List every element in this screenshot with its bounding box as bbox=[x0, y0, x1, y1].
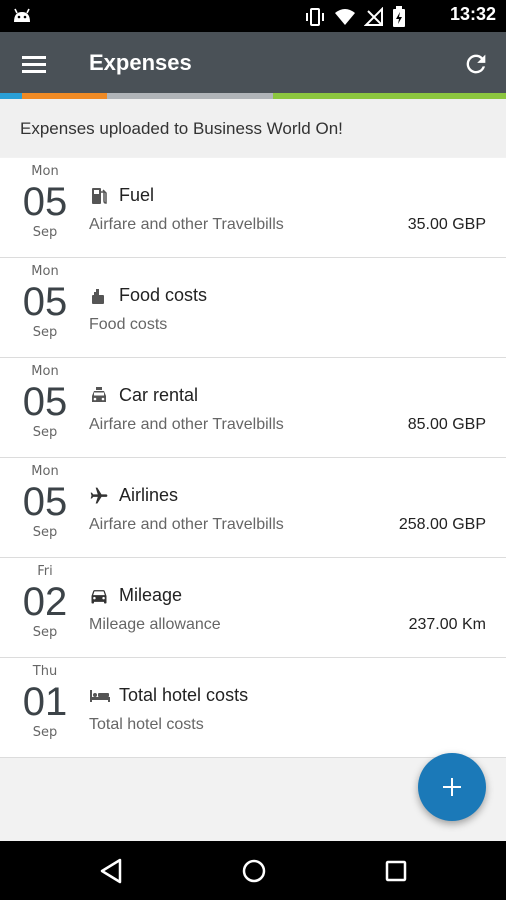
upload-banner: Expenses uploaded to Business World On! bbox=[0, 99, 506, 157]
month: Sep bbox=[32, 325, 58, 340]
expense-subtitle: Airfare and other Travelbills bbox=[89, 516, 284, 533]
expense-row[interactable]: Mon 05 Sep Food costs Food costs bbox=[0, 258, 506, 358]
day-number: 05 bbox=[22, 380, 68, 424]
recent-apps-icon[interactable] bbox=[383, 857, 409, 889]
day-number: 01 bbox=[22, 680, 68, 724]
expense-title: Total hotel costs bbox=[119, 685, 249, 705]
app-bar: Expenses bbox=[0, 32, 506, 96]
day-of-week: Thu bbox=[32, 664, 58, 679]
day-number: 05 bbox=[22, 280, 68, 324]
expense-row[interactable]: Mon 05 Sep Car rental Airfare and other … bbox=[0, 358, 506, 458]
expense-title: Airlines bbox=[119, 485, 179, 505]
day-number: 05 bbox=[22, 180, 68, 224]
month: Sep bbox=[32, 425, 58, 440]
day-number: 05 bbox=[22, 480, 68, 524]
car-icon bbox=[89, 586, 109, 606]
date-block: Thu 01 Sep bbox=[0, 664, 90, 740]
food-icon bbox=[89, 286, 109, 306]
add-expense-button[interactable] bbox=[418, 753, 486, 821]
airplane-icon bbox=[89, 486, 109, 506]
system-nav-bar bbox=[0, 841, 506, 900]
no-signal-icon bbox=[363, 6, 384, 31]
day-of-week: Mon bbox=[31, 164, 59, 179]
plus-icon bbox=[443, 778, 461, 796]
home-icon[interactable] bbox=[240, 857, 268, 889]
day-of-week: Mon bbox=[31, 464, 59, 479]
date-block: Fri 02 Sep bbox=[0, 564, 90, 640]
expense-list: Mon 05 Sep Fuel Airfare and other Travel… bbox=[0, 158, 506, 758]
month: Sep bbox=[32, 225, 58, 240]
day-of-week: Fri bbox=[37, 564, 53, 579]
hamburger-menu-icon[interactable] bbox=[14, 50, 54, 80]
expense-amount: 258.00 GBP bbox=[398, 516, 486, 533]
expense-amount: 237.00 Km bbox=[408, 616, 486, 633]
expense-title: Fuel bbox=[119, 185, 155, 205]
system-icons bbox=[304, 6, 406, 32]
expense-subtitle: Total hotel costs bbox=[89, 716, 204, 733]
day-of-week: Mon bbox=[31, 364, 59, 379]
expense-subtitle: Food costs bbox=[89, 316, 168, 333]
expense-row[interactable]: Fri 02 Sep Mileage Mileage allowance 237… bbox=[0, 558, 506, 658]
expense-row[interactable]: Thu 01 Sep Total hotel costs Total hotel… bbox=[0, 658, 506, 758]
car-rental-icon bbox=[89, 386, 109, 406]
expense-subtitle: Mileage allowance bbox=[89, 616, 221, 633]
fuel-pump-icon bbox=[89, 186, 109, 206]
date-block: Mon 05 Sep bbox=[0, 164, 90, 240]
expense-title: Mileage bbox=[119, 585, 183, 605]
clock: 13:32 bbox=[449, 4, 496, 24]
vibrate-icon bbox=[304, 7, 326, 31]
android-icon bbox=[11, 6, 33, 30]
day-number: 02 bbox=[22, 580, 68, 624]
refresh-icon[interactable] bbox=[462, 50, 492, 80]
expense-title: Car rental bbox=[119, 385, 199, 405]
day-of-week: Mon bbox=[31, 264, 59, 279]
bed-icon bbox=[89, 686, 110, 706]
banner-text: Expenses uploaded to Business World On! bbox=[20, 119, 343, 138]
expense-subtitle: Airfare and other Travelbills bbox=[89, 216, 284, 233]
date-block: Mon 05 Sep bbox=[0, 364, 90, 440]
wifi-icon bbox=[334, 7, 356, 31]
month: Sep bbox=[32, 625, 58, 640]
date-block: Mon 05 Sep bbox=[0, 464, 90, 540]
page-title: Expenses bbox=[89, 50, 192, 75]
expense-row[interactable]: Mon 05 Sep Airlines Airfare and other Tr… bbox=[0, 458, 506, 558]
date-block: Mon 05 Sep bbox=[0, 264, 90, 340]
expense-subtitle: Airfare and other Travelbills bbox=[89, 416, 284, 433]
expense-amount: 35.00 GBP bbox=[407, 216, 486, 233]
battery-charging-icon bbox=[392, 6, 406, 32]
expense-title: Food costs bbox=[119, 285, 208, 305]
expense-amount: 85.00 GBP bbox=[407, 416, 486, 433]
expense-row[interactable]: Mon 05 Sep Fuel Airfare and other Travel… bbox=[0, 158, 506, 258]
status-bar: 13:32 bbox=[0, 0, 506, 32]
month: Sep bbox=[32, 525, 58, 540]
month: Sep bbox=[32, 725, 58, 740]
back-icon[interactable] bbox=[98, 857, 124, 889]
